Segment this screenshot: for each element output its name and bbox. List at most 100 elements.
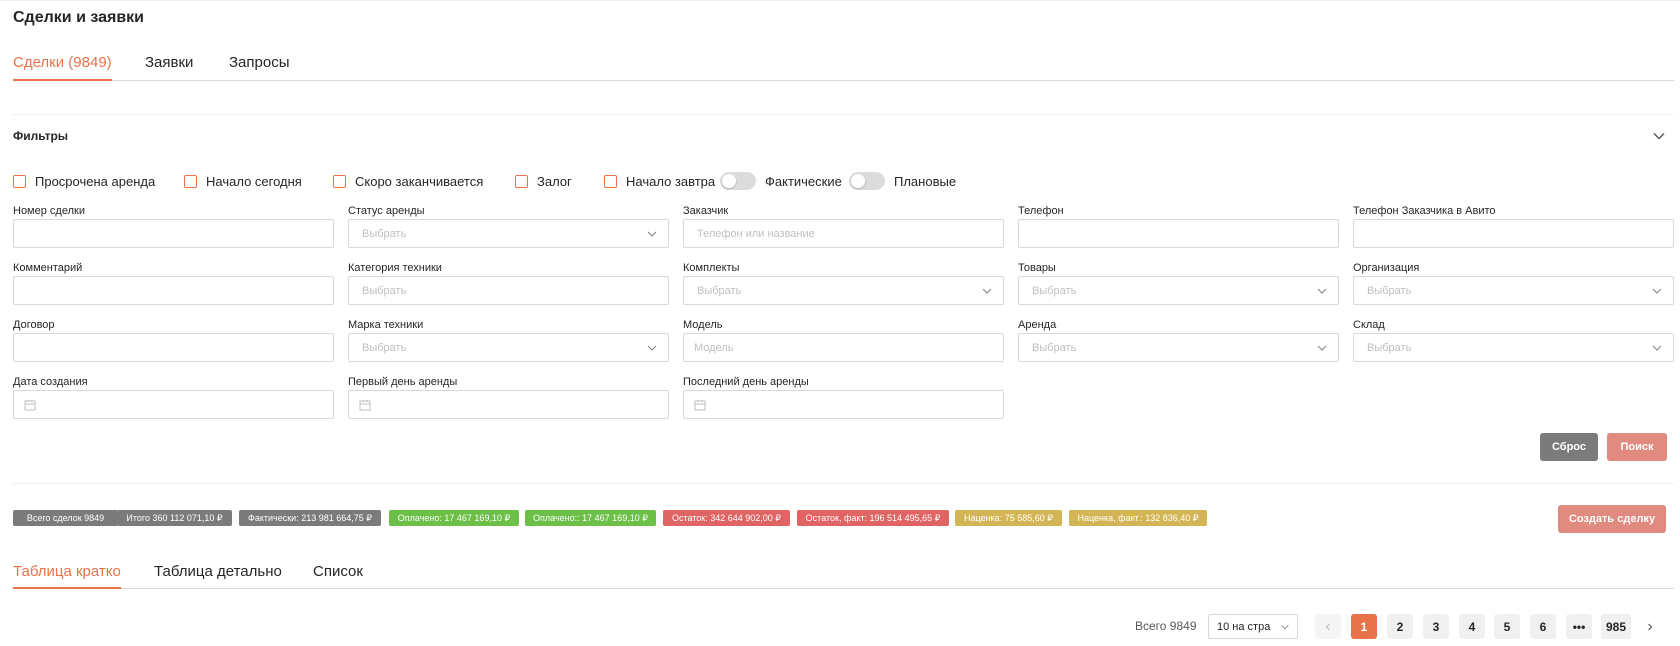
deal-number-input[interactable]: [13, 219, 334, 248]
checkbox-label: Скоро заканчивается: [355, 173, 484, 189]
badge-actual: Фактически: 213 981 664,75 ₽: [239, 510, 381, 526]
toggle-switch[interactable]: [720, 172, 756, 190]
customer-input[interactable]: Телефон или название: [683, 219, 1004, 248]
checkbox-ending-soon[interactable]: Скоро заканчивается: [333, 172, 483, 190]
customer-placeholder: Телефон или название: [697, 228, 815, 240]
page-button[interactable]: 6: [1530, 614, 1556, 639]
field-label-first-day: Первый день аренды: [348, 376, 458, 388]
rent-select[interactable]: Выбрать: [1018, 333, 1339, 362]
chevron-down-icon: [982, 288, 992, 294]
badge-markup: Наценка: 75 585,60 ₽: [955, 510, 1062, 526]
page-ellipsis-button[interactable]: •••: [1566, 614, 1592, 639]
calendar-icon: [24, 400, 36, 411]
badge-total-deals: Всего сделок 9849: [13, 510, 118, 526]
create-deal-button[interactable]: Создать сделку: [1558, 505, 1666, 533]
checkbox-overdue-rent[interactable]: Просрочена аренда: [13, 172, 155, 190]
checkbox-label: Начало завтра: [626, 173, 716, 189]
badge-balance-actual: Остаток, факт: 196 514 495,65 ₽: [797, 510, 949, 526]
chevron-down-icon: [647, 231, 657, 237]
search-button[interactable]: Поиск: [1607, 433, 1667, 461]
tab-requests[interactable]: Заявки: [145, 53, 193, 81]
chevron-right-icon: [1648, 623, 1653, 630]
switch-actual[interactable]: Фактические: [720, 172, 842, 190]
first-day-input[interactable]: [348, 390, 669, 419]
tab-table-detailed[interactable]: Таблица детально: [154, 562, 282, 589]
contract-input[interactable]: [13, 333, 334, 362]
checkbox-start-today[interactable]: Начало сегодня: [184, 172, 302, 190]
calendar-icon: [359, 400, 371, 411]
field-label-warehouse: Склад: [1353, 319, 1385, 331]
reset-button[interactable]: Сброс: [1540, 433, 1598, 461]
badge-paid-2: Оплачено:: 17 467 169,10 ₽: [525, 510, 656, 526]
field-label-rent: Аренда: [1018, 319, 1057, 331]
page-button[interactable]: 4: [1459, 614, 1485, 639]
last-day-input[interactable]: [683, 390, 1004, 419]
kits-placeholder: Выбрать: [697, 285, 742, 297]
brand-placeholder: Выбрать: [362, 342, 407, 354]
filters-title: Фильтры: [13, 129, 69, 143]
goods-placeholder: Выбрать: [1032, 285, 1077, 297]
organization-select[interactable]: Выбрать: [1353, 276, 1674, 305]
tab-queries[interactable]: Запросы: [229, 53, 290, 81]
avito-phone-input[interactable]: [1353, 219, 1674, 248]
warehouse-select[interactable]: Выбрать: [1353, 333, 1674, 362]
page-button-last[interactable]: 985: [1601, 614, 1631, 639]
goods-select[interactable]: Выбрать: [1018, 276, 1339, 305]
warehouse-placeholder: Выбрать: [1367, 342, 1412, 354]
toggle-knob: [722, 174, 736, 188]
category-select[interactable]: Выбрать: [348, 276, 669, 305]
field-label-category: Категория техники: [348, 262, 442, 274]
field-label-rent-status: Статус аренды: [348, 205, 425, 217]
page-button[interactable]: 1: [1351, 614, 1377, 639]
page-button[interactable]: 2: [1387, 614, 1413, 639]
chevron-down-icon: [1317, 345, 1327, 351]
chevron-left-icon: [1325, 623, 1330, 630]
rent-status-select[interactable]: Выбрать: [348, 219, 669, 248]
field-label-organization: Организация: [1353, 262, 1420, 274]
chevron-down-icon: [1317, 288, 1327, 294]
checkbox-box[interactable]: [604, 174, 617, 188]
checkbox-box[interactable]: [184, 174, 197, 188]
checkbox-start-tomorrow[interactable]: Начало завтра: [604, 172, 715, 190]
tab-table-brief[interactable]: Таблица кратко: [13, 562, 121, 589]
brand-select[interactable]: Выбрать: [348, 333, 669, 362]
model-input[interactable]: Модель: [683, 333, 1004, 362]
toggle-knob: [851, 174, 865, 188]
calendar-icon: [694, 400, 706, 411]
checkbox-box[interactable]: [13, 174, 26, 188]
chevron-down-icon[interactable]: [1651, 128, 1667, 144]
pagination-total: Всего 9849: [1135, 619, 1197, 633]
chevron-down-icon: [1281, 624, 1289, 630]
next-page-button[interactable]: [1637, 614, 1663, 639]
phone-input[interactable]: [1018, 219, 1339, 248]
comment-input[interactable]: [13, 276, 334, 305]
checkbox-box[interactable]: [333, 174, 346, 188]
kits-select[interactable]: Выбрать: [683, 276, 1004, 305]
checkbox-deposit[interactable]: Залог: [515, 172, 572, 190]
page-button[interactable]: 3: [1423, 614, 1449, 639]
top-divider: [0, 0, 1680, 1]
field-label-created-date: Дата создания: [13, 376, 88, 388]
field-label-goods: Товары: [1018, 262, 1056, 274]
field-label-kits: Комплекты: [683, 262, 740, 274]
tab-list[interactable]: Список: [313, 562, 363, 589]
badge-balance: Остаток: 342 644 902,00 ₽: [663, 510, 790, 526]
toggle-switch[interactable]: [849, 172, 885, 190]
field-label-customer: Заказчик: [683, 205, 729, 217]
tab-deals[interactable]: Сделки (9849): [13, 53, 112, 81]
created-date-input[interactable]: [13, 390, 334, 419]
switch-label: Фактические: [765, 173, 842, 189]
page-size-select[interactable]: 10 на стра: [1208, 614, 1298, 639]
switch-planned[interactable]: Плановые: [849, 172, 956, 190]
model-placeholder: Модель: [694, 342, 734, 354]
chevron-down-icon: [647, 345, 657, 351]
top-tabs: Сделки (9849) Заявки Запросы: [13, 53, 1674, 81]
checkbox-box[interactable]: [515, 174, 528, 188]
category-placeholder: Выбрать: [362, 285, 407, 297]
page-button[interactable]: 5: [1494, 614, 1520, 639]
rent-status-placeholder: Выбрать: [362, 228, 407, 240]
page-size-value: 10 на стра: [1217, 621, 1271, 633]
prev-page-button[interactable]: [1315, 614, 1341, 639]
rent-placeholder: Выбрать: [1032, 342, 1077, 354]
field-label-comment: Комментарий: [13, 262, 83, 274]
